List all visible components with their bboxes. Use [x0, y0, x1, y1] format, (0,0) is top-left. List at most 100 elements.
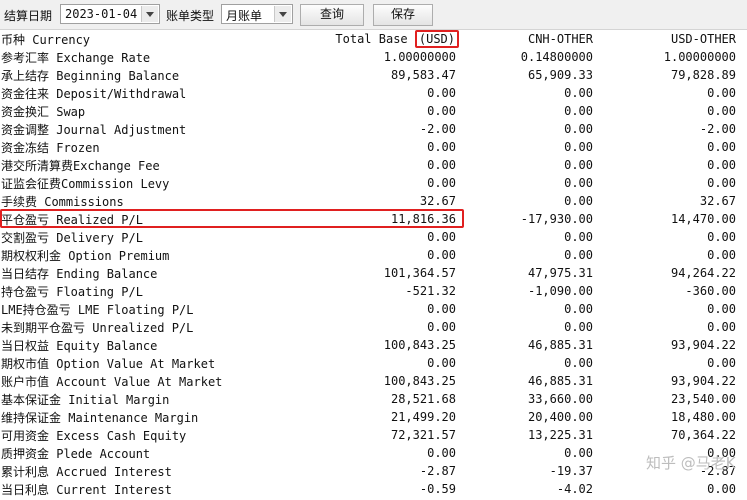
row-usd: 79,828.89 — [670, 68, 736, 82]
row-label: 未到期平仓盈亏 Unrealized P/L — [1, 320, 194, 335]
row-usd: 0.00 — [707, 104, 736, 118]
row-cnh: 46,885.31 — [527, 338, 593, 352]
row-cnh: 0.00 — [564, 446, 593, 460]
table-row: 账户市值 Account Value At Market 100,843.25 46… — [0, 372, 747, 390]
row-usd: -2.00 — [699, 122, 736, 136]
table-header-row: 币种 Currency Total Base (USD) CNH-OTHER U… — [0, 30, 747, 48]
header-total-base: Total Base (USD) — [170, 30, 464, 48]
settle-date-value: 2023-01-04 — [65, 7, 138, 21]
row-cnh: 0.00 — [564, 302, 593, 316]
row-label: 资金换汇 Swap — [1, 104, 86, 119]
row-total-base: 100,843.25 — [383, 338, 456, 352]
row-cnh: 0.00 — [564, 356, 593, 370]
row-label: 承上结存 Beginning Balance — [1, 68, 180, 83]
table-row: 资金往来 Deposit/Withdrawal 0.00 0.00 0.00 — [0, 84, 747, 102]
row-cnh: 0.00 — [564, 194, 593, 208]
row-usd: 93,904.22 — [670, 374, 736, 388]
row-total-base: 89,583.47 — [390, 68, 456, 82]
header-usd: USD-OTHER — [670, 32, 736, 46]
row-cnh: 46,885.31 — [527, 374, 593, 388]
table-row: 期权市值 Option Value At Market 0.00 0.00 0.00 — [0, 354, 747, 372]
row-label: 期权权利金 Option Premium — [1, 248, 170, 263]
row-label: LME持仓盈亏 LME Floating P/L — [1, 302, 194, 317]
row-usd: 93,904.22 — [670, 338, 736, 352]
row-total-base: 0.00 — [427, 86, 456, 100]
row-usd: 32.67 — [699, 194, 736, 208]
table-row: 港交所清算费Exchange Fee 0.00 0.00 0.00 — [0, 156, 747, 174]
row-usd: 0.00 — [707, 158, 736, 172]
row-total-base: 0.00 — [427, 104, 456, 118]
row-total-base: 0.00 — [427, 320, 456, 334]
table-row: 基本保证金 Initial Margin 28,521.68 33,660.00 23… — [0, 390, 747, 408]
row-usd: 0.00 — [707, 248, 736, 262]
row-label: 累计利息 Accrued Interest — [1, 464, 172, 479]
row-cnh: 0.00 — [564, 320, 593, 334]
row-label: 参考汇率 Exchange Rate — [1, 50, 151, 65]
row-label: 维持保证金 Maintenance Margin — [1, 410, 199, 425]
row-total-base: 0.00 — [427, 158, 456, 172]
save-button[interactable]: 保存 — [373, 4, 433, 26]
table-row: 资金冻结 Frozen 0.00 0.00 0.00 — [0, 138, 747, 156]
row-usd: 0.00 — [707, 230, 736, 244]
table-row: 未到期平仓盈亏 Unrealized P/L 0.00 0.00 0.00 — [0, 318, 747, 336]
table-row: 手续费 Commissions 32.67 0.00 32.67 — [0, 192, 747, 210]
row-total-base: 21,499.20 — [390, 410, 456, 424]
table-row: 累计利息 Accrued Interest -2.87 -19.37 -2.87 — [0, 462, 747, 480]
row-total-base: 11,816.36 — [390, 212, 456, 226]
row-usd: 0.00 — [707, 482, 736, 496]
bill-type-value: 月账单 — [226, 9, 263, 23]
row-usd: 14,470.00 — [670, 212, 736, 226]
row-label: 交割盈亏 Delivery P/L — [1, 230, 143, 245]
row-label: 期权市值 Option Value At Market — [1, 356, 216, 371]
table-row: 维持保证金 Maintenance Margin 21,499.20 20,400.… — [0, 408, 747, 426]
toolbar: 结算日期 2023-01-04 账单类型 月账单 查询 保存 — [0, 0, 747, 30]
usd-tag: (USD) — [414, 30, 459, 48]
row-cnh: 33,660.00 — [527, 392, 593, 406]
table-row: 资金调整 Journal Adjustment -2.00 0.00 -2.00 — [0, 120, 747, 138]
chevron-down-icon[interactable] — [141, 6, 158, 22]
bill-type-label: 账单类型 — [166, 9, 215, 23]
bill-type-select[interactable]: 月账单 — [221, 4, 293, 24]
row-label: 资金冻结 Frozen — [1, 140, 100, 155]
row-total-base: 0.00 — [427, 140, 456, 154]
table-row: 质押资金 Plede Account 0.00 0.00 0.00 — [0, 444, 747, 462]
row-label: 当日利息 Current Interest — [1, 482, 172, 497]
row-total-base: 0.00 — [427, 230, 456, 244]
row-label: 资金往来 Deposit/Withdrawal — [1, 86, 187, 101]
table-row: 参考汇率 Exchange Rate 1.00000000 0.14800000 1.… — [0, 48, 747, 66]
settle-date-label: 结算日期 — [4, 9, 53, 23]
row-cnh: 0.00 — [564, 248, 593, 262]
row-usd: 94,264.22 — [670, 266, 736, 280]
table-row: 承上结存 Beginning Balance 89,583.47 65,909.33… — [0, 66, 747, 84]
row-total-base: -2.00 — [419, 122, 456, 136]
row-label: 质押资金 Plede Account — [1, 446, 151, 461]
row-cnh: -4.02 — [556, 482, 593, 496]
table-row: 交割盈亏 Delivery P/L 0.00 0.00 0.00 — [0, 228, 747, 246]
row-cnh: 20,400.00 — [527, 410, 593, 424]
query-button[interactable]: 查询 — [300, 4, 364, 26]
row-label: 账户市值 Account Value At Market — [1, 374, 223, 389]
row-total-base: -0.59 — [419, 482, 456, 496]
row-usd: 18,480.00 — [670, 410, 736, 424]
row-usd: 0.00 — [707, 302, 736, 316]
table-row: 可用资金 Excess Cash Equity 72,321.57 13,225.3… — [0, 426, 747, 444]
row-cnh: 0.00 — [564, 104, 593, 118]
header-currency: 币种 Currency — [1, 32, 91, 47]
balance-table: 币种 Currency Total Base (USD) CNH-OTHER U… — [0, 30, 747, 498]
settle-date-select[interactable]: 2023-01-04 — [60, 4, 160, 24]
row-usd: 0.00 — [707, 176, 736, 190]
row-label: 基本保证金 Initial Margin — [1, 392, 170, 407]
row-usd: 0.00 — [707, 356, 736, 370]
row-cnh: -17,930.00 — [520, 212, 593, 226]
row-cnh: 0.00 — [564, 122, 593, 136]
table-row: 当日利息 Current Interest -0.59 -4.02 0.00 — [0, 480, 747, 498]
row-label: 证监会征费Commission Levy — [1, 176, 170, 191]
row-usd: 0.00 — [707, 86, 736, 100]
row-label: 港交所清算费Exchange Fee — [1, 158, 160, 173]
row-cnh: 47,975.31 — [527, 266, 593, 280]
row-label: 资金调整 Journal Adjustment — [1, 122, 187, 137]
table-row: 期权权利金 Option Premium 0.00 0.00 0.00 — [0, 246, 747, 264]
row-cnh: 0.14800000 — [520, 50, 593, 64]
chevron-down-icon[interactable] — [274, 6, 291, 22]
row-total-base: 0.00 — [427, 176, 456, 190]
